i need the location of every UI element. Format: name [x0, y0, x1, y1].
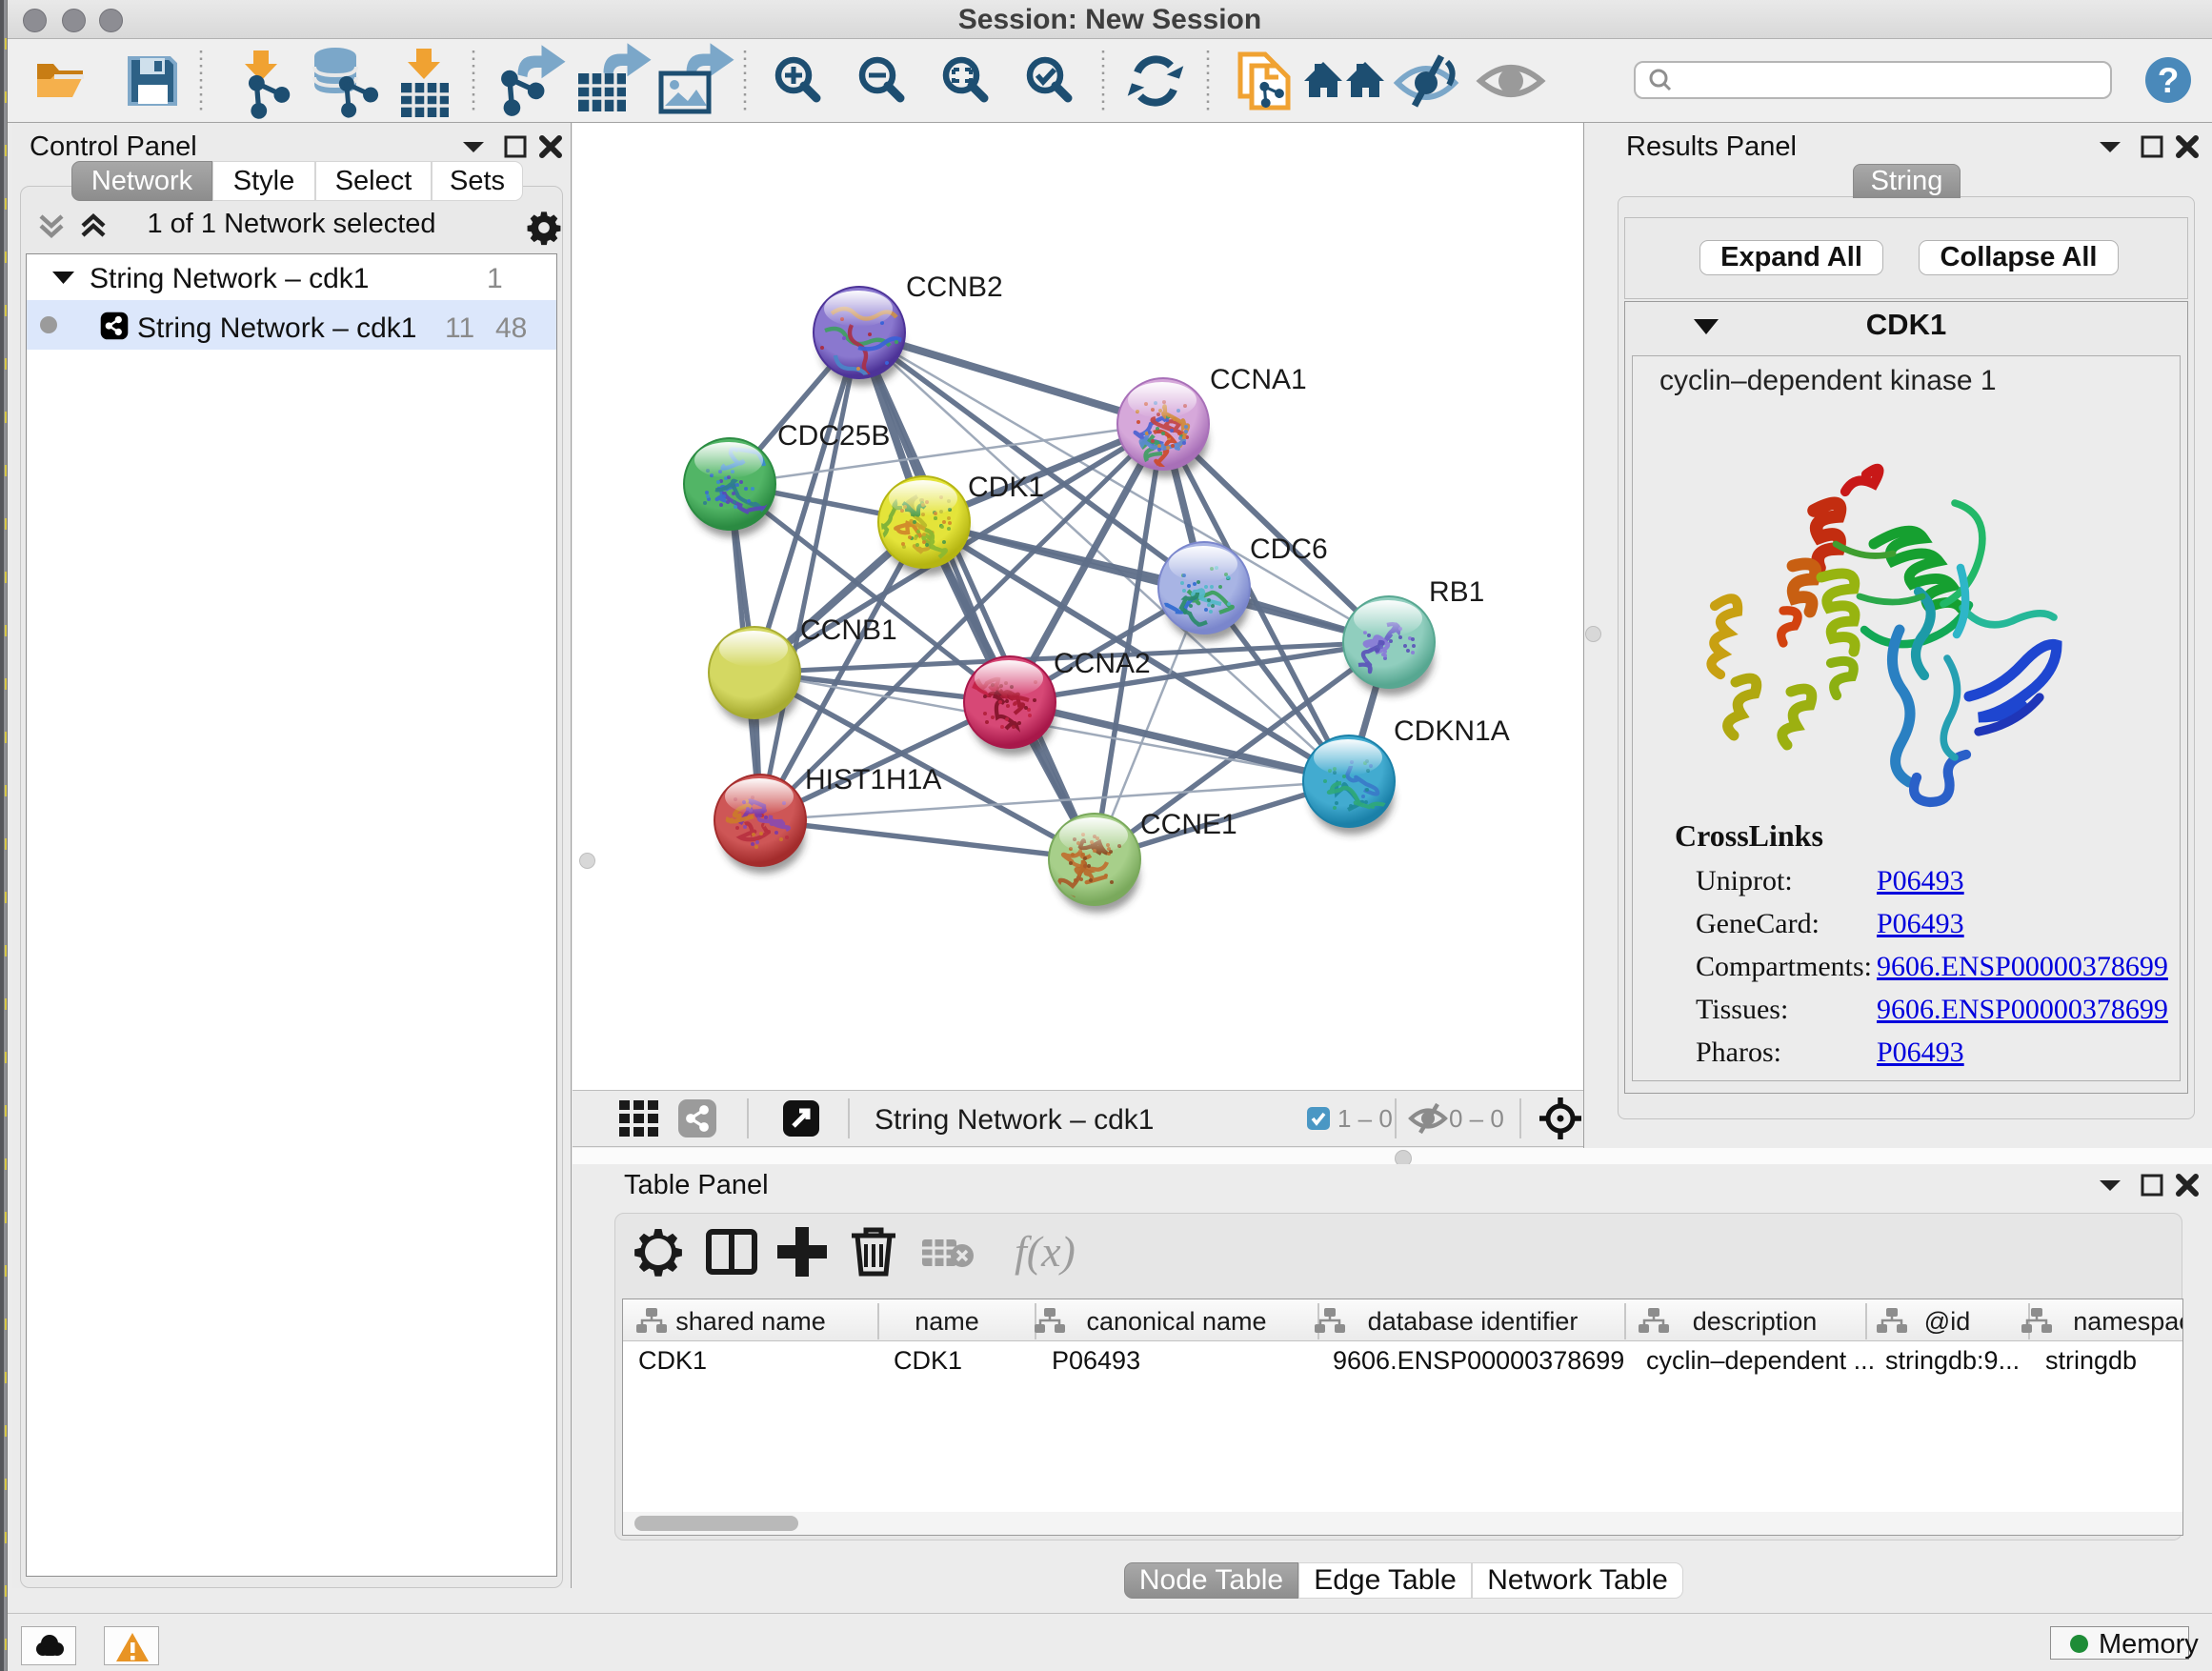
- svg-text:CCNE1: CCNE1: [1140, 809, 1237, 840]
- svg-text:f(x): f(x): [1015, 1227, 1076, 1276]
- svg-text:0 – 0: 0 – 0: [1449, 1104, 1504, 1133]
- svg-text:CCNA1: CCNA1: [1210, 364, 1307, 395]
- svg-text:1 – 0: 1 – 0: [1337, 1104, 1393, 1133]
- svg-text:HIST1H1A: HIST1H1A: [805, 764, 941, 795]
- svg-text:CCNB2: CCNB2: [906, 272, 1003, 303]
- svg-text:description: description: [1693, 1307, 1818, 1336]
- svg-text:CCNB1: CCNB1: [800, 614, 897, 646]
- svg-text:CDC6: CDC6: [1250, 534, 1328, 565]
- svg-text:CDK1: CDK1: [968, 472, 1044, 503]
- svg-text:String Network – cdk1: String Network – cdk1: [875, 1104, 1154, 1136]
- svg-text:CDKN1A: CDKN1A: [1394, 715, 1510, 747]
- svg-text:database identifier: database identifier: [1368, 1307, 1579, 1336]
- svg-text:shared name: shared name: [675, 1307, 826, 1336]
- svg-text:namespace: namespace: [2073, 1307, 2182, 1336]
- svg-text:RB1: RB1: [1429, 576, 1484, 608]
- svg-text:name: name: [915, 1307, 979, 1336]
- svg-text:CDC25B: CDC25B: [777, 420, 890, 452]
- svg-text:@id: @id: [1924, 1307, 1970, 1336]
- svg-text:canonical name: canonical name: [1086, 1307, 1266, 1336]
- svg-text:CCNA2: CCNA2: [1054, 648, 1151, 679]
- svg-text:?: ?: [2158, 61, 2180, 100]
